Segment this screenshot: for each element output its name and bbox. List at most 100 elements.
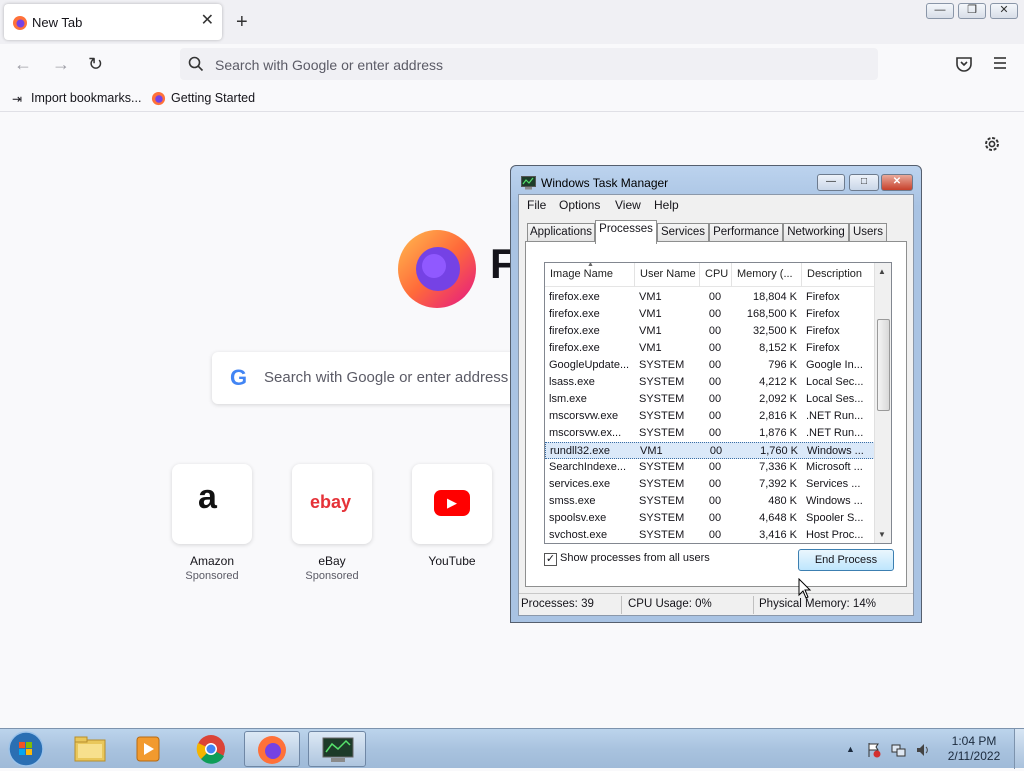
tab-new-tab[interactable]: New Tab ✕ xyxy=(4,4,222,40)
tab-users[interactable]: Users xyxy=(849,223,887,243)
table-row[interactable]: firefox.exe VM1 00 168,500 K Firefox xyxy=(545,306,875,323)
table-row[interactable]: mscorsvw.exe SYSTEM 00 2,816 K .NET Run... xyxy=(545,408,875,425)
minimize-window-button[interactable]: — xyxy=(926,3,954,19)
cell-user-name: VM1 xyxy=(639,325,662,337)
tab-processes[interactable]: Processes xyxy=(595,220,657,244)
cell-memory: 4,212 K xyxy=(759,376,797,388)
cell-description: Windows ... xyxy=(807,445,864,457)
table-row[interactable]: svchost.exe SYSTEM 00 3,416 K Host Proc... xyxy=(545,527,875,543)
cell-image-name: mscorsvw.exe xyxy=(549,410,619,422)
cell-description: .NET Run... xyxy=(806,427,864,439)
table-row[interactable]: spoolsv.exe SYSTEM 00 4,648 K Spooler S... xyxy=(545,510,875,527)
cell-cpu: 00 xyxy=(708,325,722,337)
table-row[interactable]: smss.exe SYSTEM 00 480 K Windows ... xyxy=(545,493,875,510)
youtube-icon: ▶ xyxy=(434,490,470,516)
table-row[interactable]: mscorsvw.ex... SYSTEM 00 1,876 K .NET Run... xyxy=(545,425,875,442)
process-list-scrollbar[interactable]: ▲ ▼ xyxy=(874,263,891,543)
navigation-toolbar: ← → ↻ Search with Google or enter addres… xyxy=(0,44,1024,86)
bookmark-import[interactable]: Import bookmarks... xyxy=(31,91,141,105)
volume-icon[interactable] xyxy=(915,742,931,761)
pocket-icon[interactable] xyxy=(955,56,973,75)
cell-cpu: 00 xyxy=(708,529,722,541)
shortcut-youtube[interactable]: ▶ xyxy=(412,464,492,544)
status-processes: Processes: 39 xyxy=(521,598,594,610)
back-icon[interactable]: ← xyxy=(14,54,32,74)
forward-icon[interactable]: → xyxy=(52,54,70,74)
cell-cpu: 00 xyxy=(708,478,722,490)
taskbar-task-manager[interactable] xyxy=(308,731,366,767)
close-tab-icon[interactable]: ✕ xyxy=(201,13,214,29)
new-tab-button[interactable]: + xyxy=(236,12,248,32)
cell-image-name: svchost.exe xyxy=(549,529,608,541)
col-cpu[interactable]: CPU xyxy=(700,263,732,287)
google-icon: G xyxy=(230,365,248,390)
table-row[interactable]: lsm.exe SYSTEM 00 2,092 K Local Ses... xyxy=(545,391,875,408)
menu-view[interactable]: View xyxy=(615,198,641,212)
end-process-button[interactable]: End Process xyxy=(798,549,894,571)
bookmark-getting-started[interactable]: Getting Started xyxy=(171,91,255,105)
browser-tab-bar: New Tab ✕ + — ❐ ✕ xyxy=(0,0,1024,44)
show-all-processes-checkbox[interactable]: ✓ xyxy=(544,553,557,566)
menu-help[interactable]: Help xyxy=(654,198,679,212)
cell-image-name: lsass.exe xyxy=(549,376,595,388)
system-clock[interactable]: 1:04 PM 2/11/2022 xyxy=(936,734,1012,764)
cell-user-name: SYSTEM xyxy=(639,529,685,541)
shortcut-ebay[interactable]: ebay xyxy=(292,464,372,544)
network-icon[interactable] xyxy=(891,742,907,761)
taskbar-firefox[interactable] xyxy=(244,731,300,767)
shortcut-label-youtube: YouTube xyxy=(428,554,476,568)
scroll-up-icon[interactable]: ▲ xyxy=(878,267,886,276)
cell-image-name: lsm.exe xyxy=(549,393,587,405)
process-list[interactable]: Image Name ▲ User Name CPU Memory (... D… xyxy=(544,262,892,544)
restore-window-button[interactable]: ❐ xyxy=(958,3,986,19)
tab-networking[interactable]: Networking xyxy=(783,223,849,243)
table-row[interactable]: services.exe SYSTEM 00 7,392 K Services ... xyxy=(545,476,875,493)
cell-cpu: 00 xyxy=(708,512,722,524)
show-hidden-icons-icon[interactable]: ▲ xyxy=(846,744,855,754)
task-manager-window[interactable]: Windows Task Manager — □ ✕ File Options … xyxy=(510,165,922,623)
reload-icon[interactable]: ↻ xyxy=(88,54,103,74)
cell-memory: 4,648 K xyxy=(759,512,797,524)
address-bar-placeholder: Search with Google or enter address xyxy=(215,57,444,73)
table-row[interactable]: lsass.exe SYSTEM 00 4,212 K Local Sec... xyxy=(545,374,875,391)
table-row[interactable]: firefox.exe VM1 00 32,500 K Firefox xyxy=(545,323,875,340)
scroll-down-icon[interactable]: ▼ xyxy=(878,530,886,539)
table-row[interactable]: firefox.exe VM1 00 8,152 K Firefox xyxy=(545,340,875,357)
action-center-flag-icon[interactable] xyxy=(866,742,882,761)
show-desktop-button[interactable] xyxy=(1014,729,1024,769)
menu-hamburger-icon[interactable] xyxy=(992,56,1008,73)
tab-applications[interactable]: Applications xyxy=(527,223,595,243)
task-manager-body: File Options View Help Applications Proc… xyxy=(518,194,914,616)
taskbar-explorer[interactable] xyxy=(62,731,118,767)
cell-memory: 32,500 K xyxy=(752,325,797,337)
scrollbar-thumb[interactable] xyxy=(877,319,890,411)
processes-panel: Image Name ▲ User Name CPU Memory (... D… xyxy=(525,241,907,587)
gear-icon[interactable] xyxy=(982,134,1002,157)
table-row[interactable]: SearchIndexe... SYSTEM 00 7,336 K Microsoft … xyxy=(545,459,875,476)
col-memory[interactable]: Memory (... xyxy=(732,263,802,287)
close-window-button[interactable]: ✕ xyxy=(990,3,1018,19)
table-row[interactable]: firefox.exe VM1 00 18,804 K Firefox xyxy=(545,289,875,306)
col-description[interactable]: Description xyxy=(802,263,875,287)
cell-image-name: firefox.exe xyxy=(549,308,600,320)
firefox-icon xyxy=(151,91,166,109)
cell-memory: 168,500 K xyxy=(746,308,797,320)
status-separator xyxy=(753,596,754,614)
table-row[interactable]: rundll32.exe VM1 00 1,760 K Windows ... xyxy=(545,442,875,459)
taskbar-chrome[interactable] xyxy=(184,731,240,767)
col-user-name[interactable]: User Name xyxy=(635,263,700,287)
tab-performance[interactable]: Performance xyxy=(709,223,783,243)
shortcut-amazon[interactable]: a xyxy=(172,464,252,544)
start-button[interactable] xyxy=(6,730,46,771)
firefox-icon xyxy=(12,15,28,34)
address-bar[interactable]: Search with Google or enter address xyxy=(180,48,878,80)
tm-maximize-button[interactable]: □ xyxy=(849,174,879,191)
taskbar-media-player[interactable] xyxy=(120,731,176,767)
sort-arrow-icon: ▲ xyxy=(587,262,594,268)
menu-file[interactable]: File xyxy=(527,198,546,212)
tab-services[interactable]: Services xyxy=(657,223,709,243)
tm-close-button[interactable]: ✕ xyxy=(881,174,913,191)
menu-options[interactable]: Options xyxy=(559,198,600,212)
tm-minimize-button[interactable]: — xyxy=(817,174,845,191)
table-row[interactable]: GoogleUpdate... SYSTEM 00 796 K Google In... xyxy=(545,357,875,374)
